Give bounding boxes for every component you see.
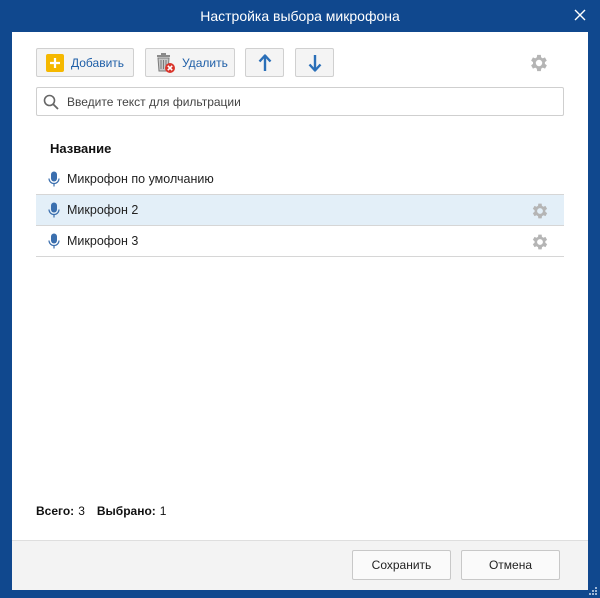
list-item[interactable]: Микрофон 2 <box>36 195 564 226</box>
column-header-name[interactable]: Название <box>50 141 111 156</box>
list-item-label: Микрофон по умолчанию <box>67 172 214 186</box>
move-down-button[interactable] <box>295 48 334 77</box>
delete-button[interactable]: Удалить <box>145 48 235 77</box>
resize-grip-icon[interactable] <box>589 587 597 595</box>
filter-search-box[interactable] <box>36 87 564 116</box>
cancel-button[interactable]: Отмена <box>461 550 560 580</box>
row-settings-gear-icon[interactable] <box>530 232 550 252</box>
add-button-label: Добавить <box>71 55 125 70</box>
status-bar: Всего: 3 Выбрано: 1 <box>36 504 178 518</box>
list-item[interactable]: Микрофон по умолчанию <box>36 164 564 195</box>
delete-button-label: Удалить <box>182 55 228 70</box>
filter-input[interactable] <box>67 92 557 112</box>
search-icon <box>43 94 59 110</box>
close-icon[interactable] <box>572 7 588 23</box>
list-item-label: Микрофон 3 <box>67 234 139 248</box>
move-up-button[interactable] <box>245 48 284 77</box>
arrow-up-icon <box>258 53 271 71</box>
selected-value: 1 <box>159 504 167 518</box>
row-settings-gear-icon[interactable] <box>530 201 550 221</box>
add-button[interactable]: Добавить <box>36 48 134 77</box>
window-title: Настройка выбора микрофона <box>200 8 400 24</box>
add-icon <box>46 53 64 72</box>
total-label: Всего: <box>36 504 75 518</box>
list-item-label: Микрофон 2 <box>67 203 139 217</box>
dialog-window: Настройка выбора микрофона Добавить Удал… <box>0 0 600 598</box>
selected-label: Выбрано: <box>96 504 156 518</box>
total-value: 3 <box>78 504 85 518</box>
microphone-icon <box>48 171 60 187</box>
microphone-icon <box>48 233 60 249</box>
save-button[interactable]: Сохранить <box>352 550 451 580</box>
arrow-down-icon <box>308 54 321 72</box>
trash-icon <box>157 52 175 73</box>
dialog-content: Добавить Удалить Введите текст для фильт… <box>12 32 588 540</box>
dialog-footer: Сохранить Отмена <box>12 540 588 590</box>
list-item[interactable]: Микрофон 3 <box>36 226 564 257</box>
microphone-icon <box>48 202 60 218</box>
settings-gear-icon[interactable] <box>528 52 550 74</box>
title-bar: Настройка выбора микрофона <box>0 0 600 32</box>
